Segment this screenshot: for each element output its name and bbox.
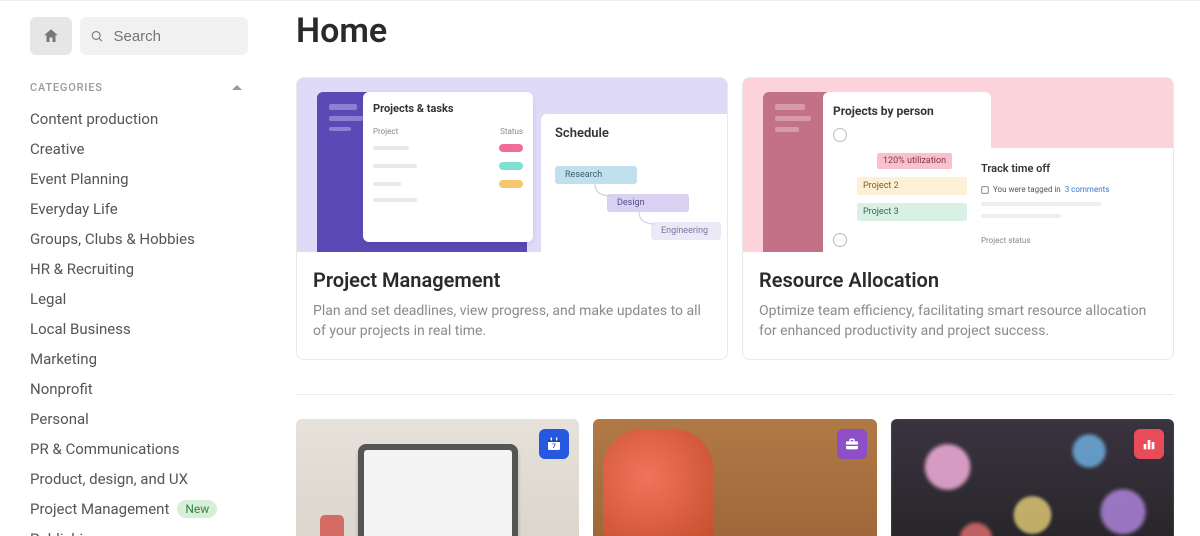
illus-chip: Design (607, 194, 689, 212)
sidebar-item-label: Nonprofit (30, 380, 93, 398)
new-badge: New (177, 500, 217, 518)
bar-chart-icon (1134, 429, 1164, 459)
sidebar-item-local-business[interactable]: Local Business (30, 314, 244, 344)
search-icon (90, 28, 103, 44)
sidebar: CATEGORIES Content production Creative E… (0, 1, 260, 536)
feature-card-resource-allocation[interactable]: Projects by person 120% utilization Proj… (742, 77, 1174, 360)
feature-description: Optimize team efficiency, facilitating s… (759, 302, 1157, 341)
sidebar-item-event-planning[interactable]: Event Planning (30, 164, 244, 194)
svg-text:7: 7 (552, 442, 556, 450)
categories-header[interactable]: CATEGORIES (30, 81, 248, 94)
page-title: Home (296, 11, 1174, 51)
person-icon (833, 128, 847, 142)
sidebar-item-content-production[interactable]: Content production (30, 104, 244, 134)
illus-panel-title: Track time off (981, 162, 1159, 175)
main-content: Home Projects & tasks Project Status (260, 1, 1200, 536)
sidebar-item-project-management[interactable]: Project Management New (30, 494, 244, 524)
illus-chip: Engineering (651, 222, 721, 240)
illus-status-label: Project status (981, 236, 1159, 245)
sidebar-item-creative[interactable]: Creative (30, 134, 244, 164)
feature-illustration: Projects by person 120% utilization Proj… (743, 78, 1173, 252)
illus-col-label: Status (500, 127, 523, 136)
calendar-icon: 7 (539, 429, 569, 459)
feature-illustration: Projects & tasks Project Status Schedule… (297, 78, 727, 252)
illus-project-chip: Project 3 (857, 203, 967, 221)
illus-panel-title: Projects by person (833, 104, 981, 118)
sidebar-item-legal[interactable]: Legal (30, 284, 244, 314)
feature-card-project-management[interactable]: Projects & tasks Project Status Schedule… (296, 77, 728, 360)
categories-list[interactable]: Content production Creative Event Planni… (30, 104, 248, 536)
feature-title: Project Management (313, 268, 711, 292)
briefcase-icon (837, 429, 867, 459)
home-icon (42, 27, 60, 45)
sidebar-item-groups-clubs-hobbies[interactable]: Groups, Clubs & Hobbies (30, 224, 244, 254)
template-card[interactable] (593, 419, 876, 536)
sidebar-item-pr-communications[interactable]: PR & Communications (30, 434, 244, 464)
illus-utilization: 120% utilization (877, 153, 952, 169)
sidebar-item-hr-recruiting[interactable]: HR & Recruiting (30, 254, 244, 284)
search-input-container[interactable] (80, 17, 248, 55)
sidebar-item-label: Marketing (30, 350, 97, 368)
sidebar-item-publishing[interactable]: Publishing (30, 524, 244, 536)
feature-description: Plan and set deadlines, view progress, a… (313, 302, 711, 341)
sidebar-item-label: HR & Recruiting (30, 260, 134, 278)
sidebar-item-product-design-ux[interactable]: Product, design, and UX (30, 464, 244, 494)
sidebar-item-label: Personal (30, 410, 89, 428)
illus-tag-notice: You were tagged in 3 comments (981, 185, 1159, 194)
sidebar-item-marketing[interactable]: Marketing (30, 344, 244, 374)
illus-chip: Research (555, 166, 637, 184)
caret-up-icon (232, 83, 242, 93)
sidebar-item-label: Content production (30, 110, 158, 128)
person-icon (833, 233, 847, 247)
illus-col-label: Project (373, 127, 398, 136)
sidebar-item-label: Event Planning (30, 170, 129, 188)
search-input[interactable] (113, 28, 238, 45)
illus-panel-title: Schedule (555, 126, 713, 141)
sidebar-item-label: Publishing (30, 530, 100, 536)
sidebar-item-label: Legal (30, 290, 66, 308)
sidebar-item-label: Project Management (30, 500, 169, 518)
home-button[interactable] (30, 17, 72, 55)
sidebar-item-personal[interactable]: Personal (30, 404, 244, 434)
sidebar-item-label: Groups, Clubs & Hobbies (30, 230, 195, 248)
sidebar-item-label: Everyday Life (30, 200, 118, 218)
feature-title: Resource Allocation (759, 268, 1157, 292)
sidebar-item-label: PR & Communications (30, 440, 179, 458)
illus-panel-title: Projects & tasks (373, 102, 523, 115)
template-card[interactable]: 7 (296, 419, 579, 536)
sidebar-item-label: Local Business (30, 320, 131, 338)
illus-project-chip: Project 2 (857, 177, 967, 195)
sidebar-item-nonprofit[interactable]: Nonprofit (30, 374, 244, 404)
categories-label: CATEGORIES (30, 81, 103, 94)
sidebar-item-label: Creative (30, 140, 85, 158)
sidebar-item-label: Product, design, and UX (30, 470, 188, 488)
template-card[interactable] (891, 419, 1174, 536)
sidebar-item-everyday-life[interactable]: Everyday Life (30, 194, 244, 224)
section-divider (296, 394, 1174, 395)
